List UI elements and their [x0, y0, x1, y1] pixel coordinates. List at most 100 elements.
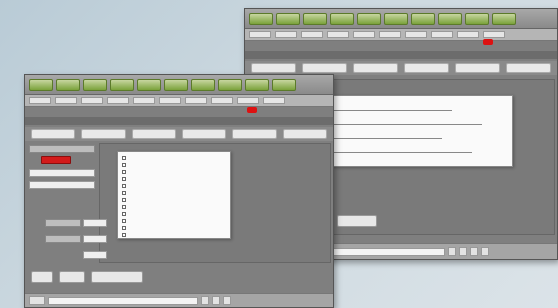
toolbar-button[interactable]	[301, 31, 323, 38]
list-item[interactable]	[121, 225, 227, 231]
toolbar-button[interactable]	[431, 31, 453, 38]
tab[interactable]	[232, 129, 277, 139]
alert-button[interactable]	[41, 156, 71, 164]
tab[interactable]	[181, 129, 227, 139]
tab[interactable]	[31, 129, 76, 139]
tab[interactable]	[404, 63, 449, 73]
list-item[interactable]	[121, 232, 227, 238]
toolbar-button[interactable]	[29, 97, 51, 104]
panel-button[interactable]	[337, 215, 377, 227]
toolbar-button[interactable]	[263, 97, 285, 104]
toolbar-button[interactable]	[133, 97, 155, 104]
tab[interactable]	[506, 63, 551, 73]
list-item[interactable]	[121, 155, 227, 161]
checkbox[interactable]	[122, 212, 126, 216]
toolbar-button[interactable]	[327, 31, 349, 38]
toolbar-button[interactable]	[330, 12, 354, 25]
list-item[interactable]	[121, 211, 227, 217]
toolbar-button[interactable]	[275, 31, 297, 38]
toolbar-button[interactable]	[384, 12, 408, 25]
toolbar-button[interactable]	[81, 97, 103, 104]
list-item[interactable]	[329, 128, 509, 134]
list-item[interactable]	[329, 142, 509, 148]
checkbox[interactable]	[122, 219, 126, 223]
checkbox[interactable]	[122, 205, 126, 209]
status-button[interactable]	[223, 296, 231, 305]
toolbar-button[interactable]	[405, 31, 427, 38]
toolbar-button[interactable]	[164, 78, 188, 91]
status-button[interactable]	[201, 296, 209, 305]
action-button[interactable]	[91, 271, 143, 283]
toolbar-button[interactable]	[159, 97, 181, 104]
status-button[interactable]	[459, 247, 467, 256]
toolbar-button[interactable]	[185, 97, 207, 104]
toolbar-button[interactable]	[110, 78, 134, 91]
status-field[interactable]	[48, 296, 198, 305]
toolbar-button[interactable]	[457, 31, 479, 38]
toolbar-button[interactable]	[303, 12, 327, 25]
checkbox[interactable]	[122, 156, 126, 160]
side-field[interactable]	[83, 219, 107, 227]
checkbox[interactable]	[122, 233, 126, 237]
checkbox[interactable]	[122, 184, 126, 188]
toolbar-button[interactable]	[245, 78, 269, 91]
toolbar-button[interactable]	[83, 78, 107, 91]
toolbar-button[interactable]	[137, 78, 161, 91]
tab[interactable]	[455, 63, 500, 73]
toolbar-button[interactable]	[492, 12, 516, 25]
tab[interactable]	[302, 63, 347, 73]
status-button[interactable]	[448, 247, 456, 256]
toolbar-button[interactable]	[483, 31, 505, 38]
tab[interactable]	[353, 63, 398, 73]
checkbox[interactable]	[122, 191, 126, 195]
side-field[interactable]	[83, 235, 107, 243]
side-field[interactable]	[29, 169, 95, 177]
list-item[interactable]	[121, 204, 227, 210]
tab[interactable]	[251, 63, 296, 73]
checkbox[interactable]	[122, 198, 126, 202]
toolbar-button[interactable]	[465, 12, 489, 25]
checkbox[interactable]	[122, 170, 126, 174]
tab[interactable]	[131, 129, 176, 139]
status-button[interactable]	[470, 247, 478, 256]
side-field[interactable]	[83, 251, 107, 259]
checkbox[interactable]	[122, 163, 126, 167]
toolbar-button[interactable]	[29, 78, 53, 91]
status-button[interactable]	[481, 247, 489, 256]
toolbar-button[interactable]	[249, 31, 271, 38]
list-item[interactable]	[121, 183, 227, 189]
toolbar-button[interactable]	[276, 12, 300, 25]
list-item[interactable]	[121, 218, 227, 224]
list-item[interactable]	[121, 169, 227, 175]
toolbar-button[interactable]	[56, 78, 80, 91]
list-item[interactable]	[329, 100, 509, 106]
list-item[interactable]	[121, 176, 227, 182]
toolbar-button[interactable]	[55, 97, 77, 104]
checkbox[interactable]	[122, 177, 126, 181]
toolbar-button[interactable]	[191, 78, 215, 91]
toolbar-button[interactable]	[211, 97, 233, 104]
side-field[interactable]	[29, 181, 95, 189]
toolbar-button[interactable]	[107, 97, 129, 104]
list-item[interactable]	[329, 114, 509, 120]
action-button[interactable]	[31, 271, 53, 283]
action-button[interactable]	[59, 271, 85, 283]
tab[interactable]	[282, 129, 327, 139]
toolbar-button[interactable]	[237, 97, 259, 104]
list-item[interactable]	[121, 162, 227, 168]
toolbar-button[interactable]	[272, 78, 296, 91]
checkbox[interactable]	[122, 226, 126, 230]
list-item[interactable]	[121, 197, 227, 203]
toolbar-button[interactable]	[353, 31, 375, 38]
toolbar-button[interactable]	[249, 12, 273, 25]
toolbar-button[interactable]	[411, 12, 435, 25]
toolbar-button[interactable]	[218, 78, 242, 91]
list-item[interactable]	[329, 156, 509, 162]
toolbar-button[interactable]	[438, 12, 462, 25]
status-button[interactable]	[212, 296, 220, 305]
toolbar-button[interactable]	[379, 31, 401, 38]
tab[interactable]	[81, 129, 126, 139]
list-item[interactable]	[121, 190, 227, 196]
status-button[interactable]	[29, 296, 45, 305]
toolbar-button[interactable]	[357, 12, 381, 25]
